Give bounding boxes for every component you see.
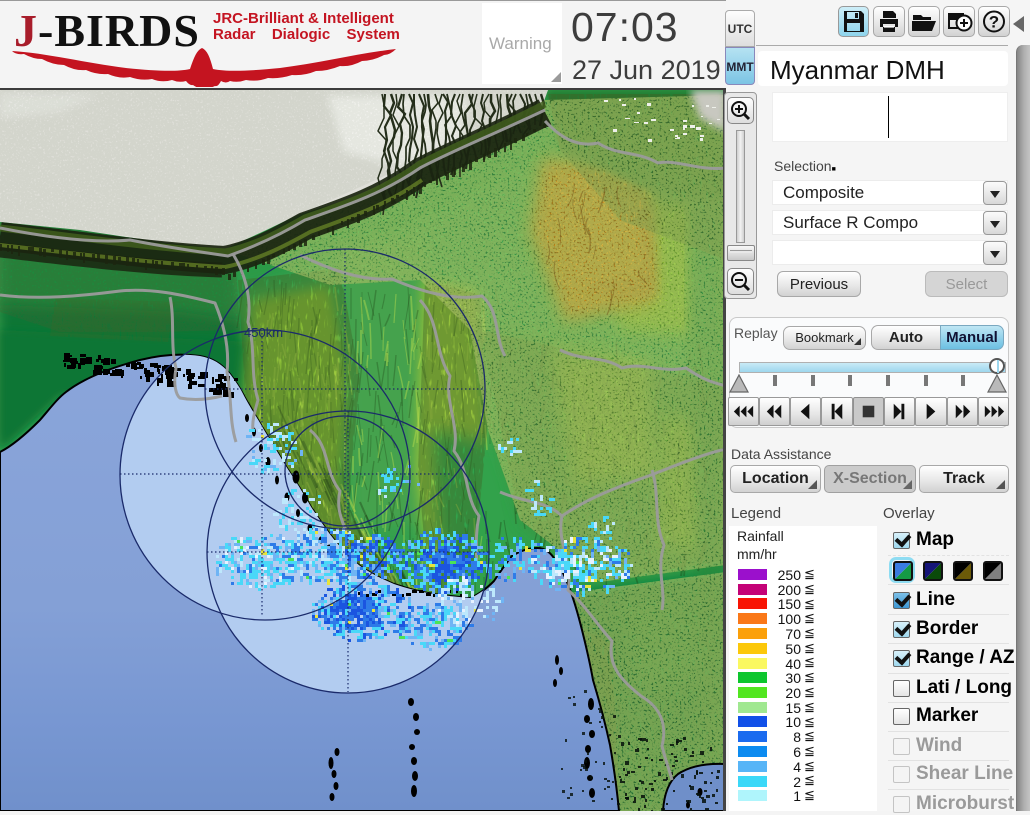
svg-text:450km: 450km <box>244 325 283 340</box>
svg-text:?: ? <box>989 13 999 32</box>
